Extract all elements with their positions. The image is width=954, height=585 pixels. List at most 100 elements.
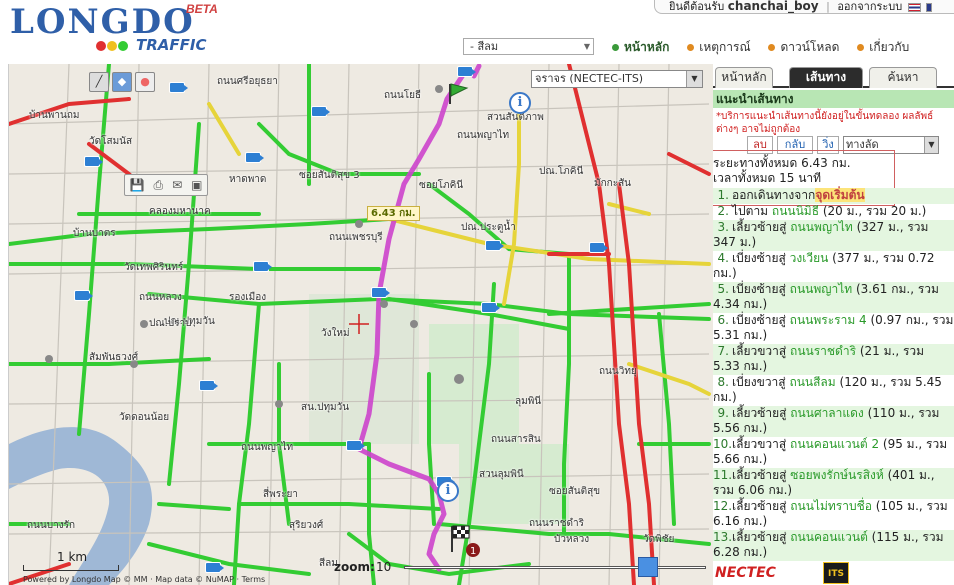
- map-label: ซอยโภคินี: [419, 180, 464, 191]
- nav-bullet-icon: [768, 44, 776, 51]
- road-link[interactable]: ถนนศาลาแดง: [790, 406, 864, 420]
- route-step[interactable]: 10.เลี้ยวขวาสู่ ถนนคอนแวนต์ 2 (95 ม., รว…: [713, 437, 954, 468]
- longdo-traffic-logo[interactable]: LONGDO BETA TRAFFIC: [10, 2, 220, 58]
- route-step[interactable]: 8. เบี่ยงขวาสู่ ถนนสีลม (120 ม., รวม 5.45…: [713, 375, 954, 406]
- nav-download[interactable]: ดาวน์โหลด: [768, 38, 839, 57]
- ruler-tool-icon[interactable]: ╱: [89, 72, 109, 92]
- map-label: ถนนโยธี: [384, 90, 422, 101]
- traffic-camera-icon[interactable]: [589, 242, 608, 253]
- traffic-camera-icon[interactable]: [205, 562, 224, 573]
- road-link[interactable]: วงเวียน: [790, 251, 829, 265]
- username[interactable]: chanchai_boy: [728, 0, 819, 13]
- save-icon[interactable]: 💾: [130, 178, 145, 192]
- nectec-logo[interactable]: NECTEC: [715, 565, 776, 581]
- traffic-camera-icon[interactable]: [481, 302, 500, 313]
- places-dropdown-value: - สีลม: [470, 40, 499, 53]
- route-step[interactable]: 3. เลี้ยวซ้ายสู่ ถนนพญาไท (327 ม., รวม 34…: [713, 220, 954, 251]
- road-link[interactable]: ถนนสีลม: [789, 375, 835, 389]
- map-label: ปณ.ปราบ: [149, 318, 192, 329]
- logo-beta-badge: BETA: [186, 2, 218, 16]
- map-label: ปณ.โภคินี: [539, 166, 584, 177]
- traffic-camera-icon[interactable]: [84, 156, 103, 167]
- nav-bullet-icon: [687, 44, 695, 51]
- road-link[interactable]: ถนนนิมิธี: [772, 204, 819, 218]
- road-link[interactable]: ถนนคอนแวนต์ 2: [790, 437, 879, 451]
- route-step[interactable]: 12.เลี้ยวซ้ายสู่ ถนนไม่ทราบชื่อ (105 ม.,…: [713, 499, 954, 530]
- tab-route[interactable]: เส้นทาง: [789, 67, 863, 88]
- map-label: วัดพิชัย: [643, 534, 675, 545]
- tab-search[interactable]: ค้นหา: [869, 67, 937, 88]
- print-icon[interactable]: ⎙: [153, 178, 163, 193]
- route-step[interactable]: 1. ออกเดินทางจากจุดเริ่มต้น: [713, 188, 954, 204]
- traffic-camera-icon[interactable]: [311, 106, 330, 117]
- map-label: บ้านพานถม: [29, 110, 80, 121]
- map-attribution: Powered by Longdo Map © MM · Map data © …: [23, 575, 266, 584]
- map-label: ลุมพินี: [515, 396, 542, 407]
- polygon-tool-icon[interactable]: ◆: [112, 72, 132, 92]
- route-step[interactable]: 11.เลี้ยวซ้ายสู่ ซอยพงรักษ์นรสิงห์ (401 …: [713, 468, 954, 499]
- traffic-camera-icon[interactable]: [457, 66, 476, 77]
- road-link[interactable]: ซอยพงรักษ์นรสิงห์: [790, 468, 884, 482]
- map-label: ถนนวิทยุ: [599, 366, 637, 377]
- map-label: รองเมือง: [229, 292, 267, 303]
- traffic-camera-icon[interactable]: [199, 380, 218, 391]
- route-step[interactable]: 9. เลี้ยวซ้ายสู่ ถนนศาลาแดง (110 ม., รวม …: [713, 406, 954, 437]
- start-flag-icon[interactable]: [449, 83, 469, 104]
- traffic-map[interactable]: 1 บ้านพานถม ถนนศรีอยุธยา ถนนโยธี ถนนพญาไ…: [8, 64, 713, 585]
- info-pin-icon[interactable]: i: [437, 480, 459, 502]
- export-icon[interactable]: ▣: [191, 178, 202, 192]
- stop-tool-icon[interactable]: ●: [135, 72, 155, 92]
- traffic-camera-icon[interactable]: [245, 152, 264, 163]
- info-pin-icon[interactable]: i: [509, 92, 531, 114]
- logo-traffic-text: TRAFFIC: [136, 36, 207, 54]
- route-steps: 1. ออกเดินทางจากจุดเริ่มต้น 2. ไปตาม ถนนนิ…: [713, 188, 954, 561]
- map-label: หาดพาด: [229, 174, 267, 185]
- user-bar: ยินดีต้อนรับ chanchai_boy | ออกจากระบบ: [654, 0, 954, 14]
- map-label: สัมพันธวงศ์: [89, 352, 139, 363]
- route-step[interactable]: 6. เบี่ยงซ้ายสู่ ถนนพระราม 4 (0.97 กม., ร…: [713, 313, 954, 344]
- logout-link[interactable]: ออกจากระบบ: [837, 0, 902, 13]
- road-link[interactable]: ถนนพญาไท: [790, 220, 853, 234]
- map-label: สน.ปทุมวัน: [301, 402, 350, 413]
- route-notice: *บริการแนะนำเส้นทางนี้ยังอยู่ในขั้นทดลอง…: [716, 111, 934, 135]
- map-label: ถนนพญาไท: [241, 442, 294, 453]
- traffic-camera-icon[interactable]: [169, 82, 188, 93]
- zoom-slider-handle[interactable]: [638, 557, 659, 577]
- road-link[interactable]: ถนนคอนแวนต์: [790, 530, 868, 544]
- traffic-layer-value: จราจร (NECTEC-ITS): [535, 72, 644, 85]
- traffic-camera-icon[interactable]: [371, 287, 390, 298]
- traffic-camera-icon[interactable]: [485, 240, 504, 251]
- start-point-link[interactable]: จุดเริ่มต้น: [815, 188, 865, 202]
- traffic-camera-icon[interactable]: [74, 290, 93, 301]
- zoom-slider-track[interactable]: [404, 566, 706, 569]
- chevron-down-icon: ▼: [583, 42, 590, 51]
- road-link[interactable]: ถนนราชดำริ: [790, 344, 856, 358]
- nav-events[interactable]: เหตุการณ์: [687, 38, 751, 57]
- map-label: ปณ.ประตูน้ำ: [461, 222, 516, 233]
- english-flag-icon[interactable]: [926, 2, 933, 12]
- nav-about[interactable]: เกี่ยวกับ: [857, 38, 909, 57]
- road-link[interactable]: ถนนไม่ทราบชื่อ: [790, 499, 872, 513]
- road-link[interactable]: ถนนพระราม 4: [790, 313, 867, 327]
- route-step[interactable]: 7. เลี้ยวขวาสู่ ถนนราชดำริ (21 ม., รวม 5.…: [713, 344, 954, 375]
- email-icon[interactable]: ✉: [172, 178, 182, 192]
- nav-home[interactable]: หน้าหลัก: [612, 38, 669, 57]
- thai-flag-icon[interactable]: [907, 2, 921, 12]
- route-step[interactable]: 4. เบี่ยงซ้ายสู่ วงเวียน (377 ม., รวม 0.7…: [713, 251, 954, 282]
- route-step[interactable]: 5. เบี่ยงซ้ายสู่ ถนนพญาไท (3.61 กม., รวม …: [713, 282, 954, 313]
- map-label: บ้านบาตร: [73, 228, 116, 239]
- tab-home[interactable]: หน้าหลัก: [715, 67, 773, 88]
- traffic-camera-icon[interactable]: [346, 440, 365, 451]
- places-dropdown[interactable]: - สีลม ▼: [463, 38, 594, 55]
- traffic-camera-icon[interactable]: [253, 261, 272, 272]
- traffic-layer-select[interactable]: จราจร (NECTEC-ITS) ▼: [531, 70, 703, 88]
- its-logo[interactable]: ITS: [823, 562, 849, 584]
- road-link[interactable]: ถนนพญาไท: [790, 282, 853, 296]
- route-step[interactable]: 2. ไปตาม ถนนนิมิธี (20 ม., รวม 20 ม.): [713, 204, 954, 220]
- map-park-area: [309, 294, 419, 444]
- map-label: วัดโสมนัส: [89, 136, 133, 147]
- route-step[interactable]: 13.เลี้ยวซ้ายสู่ ถนนคอนแวนต์ (115 ม., รว…: [713, 530, 954, 561]
- map-label: สุริยวงศ์: [289, 520, 324, 531]
- map-label: วัดเทพศิรินทร์: [124, 262, 184, 273]
- map-label: ถนนเพชรบุรี: [329, 232, 383, 243]
